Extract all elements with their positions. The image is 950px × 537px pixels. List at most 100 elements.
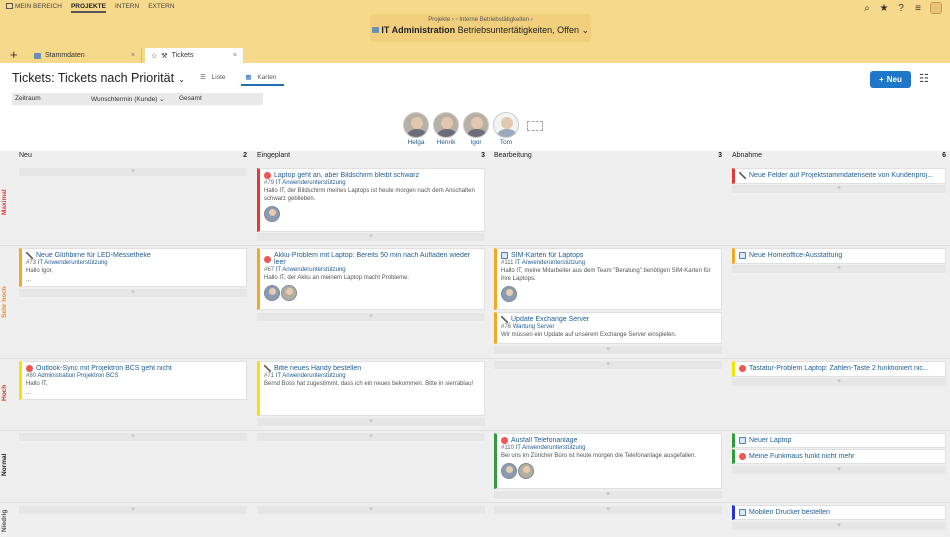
tools-icon	[26, 252, 33, 259]
avatar	[518, 463, 534, 480]
context-title: IT Administration	[381, 25, 456, 35]
ticket-card[interactable]: Neuer Laptop	[732, 433, 946, 448]
add-card-button[interactable]: +	[494, 491, 722, 499]
chevron-down-icon: ⌄	[178, 75, 185, 84]
ticket-card[interactable]: Tastatur-Problem Laptop: Zahlen-Taste 2 …	[732, 361, 946, 377]
ticket-card[interactable]: Mobilen Drucker bestellen	[732, 505, 946, 520]
bug-icon	[501, 437, 508, 444]
filter-wunschtermin[interactable]: Wunschtermin (Kunde) ⌄	[88, 93, 176, 105]
add-card-button[interactable]: +	[494, 506, 722, 514]
add-card-button[interactable]: +	[19, 289, 247, 297]
ticket-card[interactable]: Neue Felder auf Projektstammdatenseite v…	[732, 168, 946, 184]
star-icon[interactable]: ★	[879, 3, 889, 14]
new-button[interactable]: + Neu	[870, 71, 911, 88]
ticket-card[interactable]: Akku-Problem mit Laptop: Bereits 50 min …	[257, 248, 485, 310]
add-card-button[interactable]: +	[732, 265, 946, 273]
question-icon	[501, 252, 508, 259]
add-tab-button[interactable]: +	[10, 47, 18, 62]
nav-mein-bereich[interactable]: MEIN BEREICH	[6, 3, 62, 13]
add-card-button[interactable]: +	[494, 361, 722, 369]
breadcrumb: Projekte › ▫ Interne Betriebstätigkeiten…	[428, 17, 533, 23]
avatar	[264, 285, 280, 302]
ticket-card[interactable]: Laptop geht an, aber Bildschirm bleibt s…	[257, 168, 485, 232]
add-card-button[interactable]: +	[257, 433, 485, 441]
tab-tickets[interactable]: ☆ ⚒ Tickets ×	[145, 48, 243, 63]
column-header-abnahme: Abnahme 6	[732, 152, 946, 159]
bug-icon	[264, 255, 271, 263]
grid-icon	[6, 3, 13, 9]
add-card-button[interactable]: +	[257, 233, 485, 241]
settings-sliders-icon[interactable]: ☷	[919, 72, 933, 86]
person-igor[interactable]: Igor	[462, 112, 490, 146]
add-card-button[interactable]: +	[732, 466, 946, 474]
lane-separator	[0, 358, 950, 359]
filter-zeitraum[interactable]: Zeitraum	[12, 93, 88, 105]
lane-label-maximal: Maximal	[1, 189, 8, 216]
person-henrik[interactable]: Henrik	[432, 112, 460, 146]
lane-separator	[0, 245, 950, 246]
add-card-button[interactable]: +	[19, 168, 247, 176]
ticket-card[interactable]: Ausfall Telefonanlage #110 IT Anwenderun…	[494, 433, 722, 489]
avatar	[433, 112, 459, 138]
column-header-neu: Neu 2	[19, 152, 247, 159]
add-card-button[interactable]: +	[257, 313, 485, 321]
ticket-card[interactable]: Update Exchange Server #76 Wartung Serve…	[494, 312, 722, 344]
bug-icon	[739, 365, 746, 372]
ticket-card[interactable]: Neue Glühbirne für LED-Messetheke #73 IT…	[19, 248, 247, 287]
bug-icon	[739, 453, 746, 460]
avatar	[463, 112, 489, 138]
nav-projekte[interactable]: PROJEKTE	[70, 3, 106, 13]
user-avatar[interactable]	[930, 2, 942, 14]
avatar	[264, 206, 280, 223]
view-list-tab[interactable]: ☰ Liste	[196, 73, 233, 86]
tab-stammdaten[interactable]: Stammdaten ×	[28, 48, 142, 63]
ticket-card[interactable]: Meine Funkmaus funkt nicht mehr	[732, 449, 946, 464]
top-bar: MEIN BEREICH PROJEKTE INTERN EXTERN ⌕ ★ …	[0, 0, 950, 47]
close-icon[interactable]: ×	[131, 52, 135, 59]
page-title[interactable]: Tickets: Tickets nach Priorität ⌄	[12, 71, 185, 85]
help-icon[interactable]: ?	[896, 3, 906, 14]
close-icon[interactable]: ×	[233, 52, 237, 59]
add-card-button[interactable]: +	[732, 185, 946, 193]
lane-label-hoch: Hoch	[1, 384, 8, 401]
ticket-card[interactable]: SIM-Karten für Laptops #111 IT Anwenderu…	[494, 248, 722, 310]
lane-label-niedrig: Niedrig	[1, 509, 8, 533]
star-outline-icon[interactable]: ☆	[151, 52, 157, 60]
person-tom[interactable]: Tom	[492, 112, 520, 146]
add-card-button[interactable]: +	[494, 346, 722, 354]
add-card-button[interactable]: +	[732, 522, 946, 530]
ticket-card[interactable]: Neue Homeoffice-Ausstattung	[732, 248, 946, 264]
lane-separator	[0, 502, 950, 503]
add-card-button[interactable]: +	[19, 506, 247, 514]
person-helga[interactable]: Helga	[402, 112, 430, 146]
nav-extern[interactable]: EXTERN	[148, 3, 174, 13]
avatar	[501, 286, 517, 303]
add-card-button[interactable]: +	[257, 418, 485, 426]
view-switcher: ☰ Liste ▦ Karten	[196, 73, 285, 86]
context-selector[interactable]: Projekte › ▫ Interne Betriebstätigkeiten…	[370, 14, 591, 42]
add-card-button[interactable]: +	[257, 506, 485, 514]
add-card-button[interactable]: +	[19, 433, 247, 441]
tab-bar: + Stammdaten × ☆ ⚒ Tickets ×	[0, 47, 950, 63]
expand-icon[interactable]	[527, 121, 543, 131]
ticket-card[interactable]: Bitte neues Handy bestellen #71 IT Anwen…	[257, 361, 485, 416]
add-card-button[interactable]: +	[732, 378, 946, 386]
folder-icon	[34, 52, 41, 59]
lane-label-normal: Normal	[1, 453, 8, 477]
lane-separator	[0, 430, 950, 431]
search-icon[interactable]: ⌕	[862, 3, 872, 14]
top-icons: ⌕ ★ ? ≡	[862, 2, 942, 14]
context-subtitle: Betriebsuntertätigkeiten, Offen	[457, 25, 580, 35]
column-header-bearbeitung: Bearbeitung 3	[494, 152, 722, 159]
bug-icon	[264, 172, 271, 179]
folder-icon	[371, 27, 379, 33]
menu-icon[interactable]: ≡	[913, 3, 923, 14]
nav-intern[interactable]: INTERN	[115, 3, 139, 13]
question-icon	[739, 437, 746, 444]
view-cards-tab[interactable]: ▦ Karten	[241, 73, 285, 86]
question-icon	[739, 509, 746, 516]
filter-bar: Zeitraum Wunschtermin (Kunde) ⌄ Gesamt	[12, 93, 263, 105]
ticket-card[interactable]: Outlook-Sync mit Projektron BCS geht nic…	[19, 361, 247, 400]
lane-label-sehr-hoch: Sehr hoch	[1, 286, 8, 319]
filter-gesamt[interactable]: Gesamt	[176, 93, 263, 105]
